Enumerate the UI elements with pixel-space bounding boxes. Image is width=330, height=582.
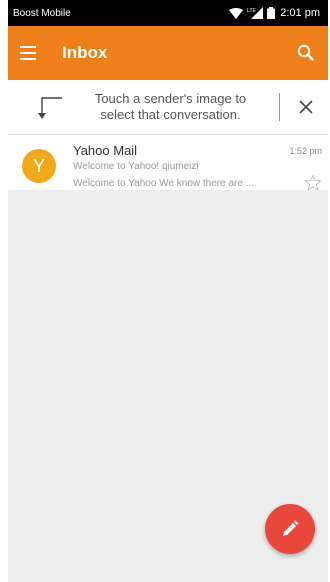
- network-type-label: LTE: [247, 8, 256, 14]
- menu-icon[interactable]: [20, 46, 36, 60]
- status-time: 2:01 pm: [280, 7, 320, 19]
- email-app-screen: Boost Mobile LTE 2:01 pm Inbox Touch a s…: [8, 0, 328, 582]
- star-icon[interactable]: [304, 174, 322, 192]
- close-icon[interactable]: [294, 95, 318, 119]
- avatar[interactable]: Y: [22, 149, 56, 183]
- tip-banner: Touch a sender's image to select that co…: [8, 80, 328, 135]
- status-bar: Boost Mobile LTE 2:01 pm: [8, 0, 328, 26]
- carrier-label: Boost Mobile: [13, 7, 71, 19]
- wifi-icon: [229, 7, 244, 19]
- status-icons: LTE: [229, 7, 276, 19]
- search-icon[interactable]: [296, 43, 316, 63]
- compose-button[interactable]: [265, 504, 315, 554]
- message-body: Yahoo Mail 1:52 pm Welcome to Yahoo! qiu…: [73, 143, 322, 192]
- tip-divider: [279, 93, 280, 121]
- message-time: 1:52 pm: [289, 145, 322, 156]
- message-subject: Welcome to Yahoo! qiumeizi: [73, 161, 199, 172]
- tip-text: Touch a sender's image to select that co…: [94, 91, 247, 122]
- message-preview-line: Welcome to Yahoo We know there are ...: [73, 174, 322, 192]
- pencil-icon: [283, 520, 299, 536]
- app-bar: Inbox: [8, 26, 328, 80]
- battery-icon: [267, 7, 276, 19]
- status-right: LTE 2:01 pm: [229, 7, 320, 19]
- message-header: Yahoo Mail 1:52 pm: [73, 143, 322, 158]
- signal-icon: LTE: [247, 7, 264, 19]
- sender-name: Yahoo Mail: [73, 143, 138, 158]
- message-list-item[interactable]: Y Yahoo Mail 1:52 pm Welcome to Yahoo! q…: [8, 135, 328, 191]
- message-preview: Welcome to Yahoo We know there are ...: [73, 177, 255, 189]
- arrow-down-left-icon: [38, 97, 62, 119]
- page-title: Inbox: [62, 43, 108, 62]
